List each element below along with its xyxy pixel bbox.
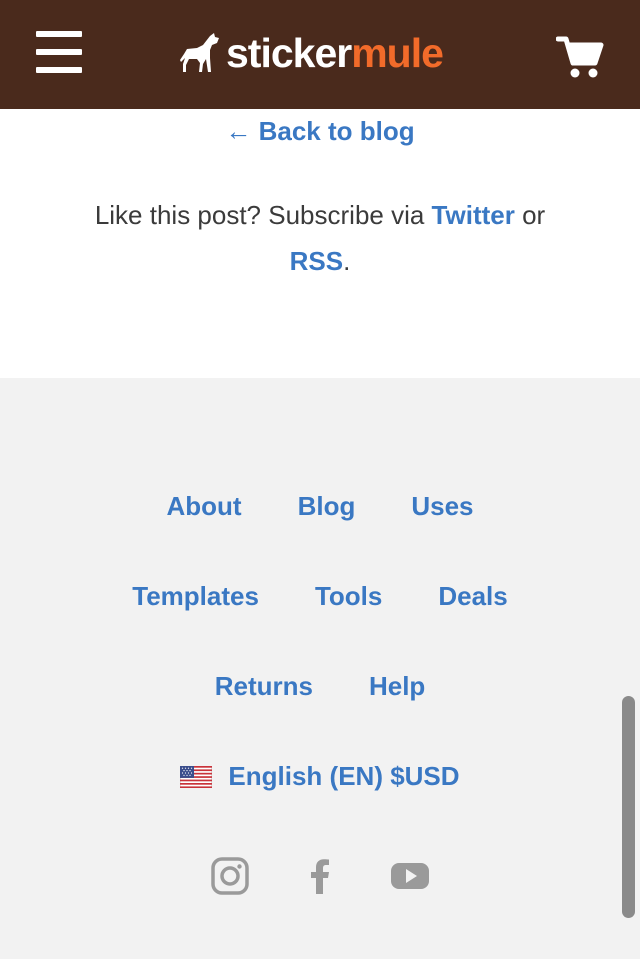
subscribe-suffix: .: [343, 246, 351, 276]
us-flag-icon: [180, 765, 213, 788]
footer-link-deals[interactable]: Deals: [438, 581, 507, 612]
hamburger-menu-icon[interactable]: [36, 31, 82, 73]
youtube-icon[interactable]: [390, 856, 430, 896]
footer-link-returns[interactable]: Returns: [215, 671, 313, 702]
footer-link-about[interactable]: About: [166, 491, 241, 522]
sticker-mule-logo[interactable]: stickermule: [180, 28, 444, 78]
subscribe-text: Like this post? Subscribe via Twitter or…: [60, 192, 580, 284]
logo-mule-text: mule: [351, 29, 444, 76]
locale-selector[interactable]: English (EN) $USD: [0, 761, 640, 792]
subscribe-mid: or: [514, 200, 546, 230]
logo-sticker-text: sticker: [226, 29, 352, 76]
footer-link-templates[interactable]: Templates: [132, 581, 259, 612]
scrollbar-thumb[interactable]: [622, 696, 635, 918]
subscribe-prefix: Like this post? Subscribe via: [94, 200, 432, 230]
twitter-link[interactable]: Twitter: [432, 200, 515, 230]
site-footer: About Blog Uses Templates Tools Deals Re…: [0, 378, 640, 959]
footer-links-row-2: Templates Tools Deals: [0, 581, 640, 612]
footer-link-uses[interactable]: Uses: [411, 491, 473, 522]
instagram-icon[interactable]: [210, 856, 250, 896]
facebook-icon[interactable]: [300, 856, 340, 896]
footer-link-tools[interactable]: Tools: [315, 581, 382, 612]
footer-link-blog[interactable]: Blog: [298, 491, 356, 522]
back-to-blog-link[interactable]: ← Back to blog: [0, 116, 640, 147]
footer-link-help[interactable]: Help: [369, 671, 425, 702]
footer-links-row-3: Returns Help: [0, 671, 640, 702]
rss-link[interactable]: RSS: [290, 246, 343, 276]
mule-logo-icon: [180, 33, 219, 72]
site-header: stickermule: [0, 0, 640, 109]
page: stickermule ← Back to blog Like this pos…: [0, 0, 640, 959]
locale-label: English (EN) $USD: [228, 761, 460, 791]
footer-links-row-1: About Blog Uses: [0, 491, 640, 522]
shopping-cart-icon[interactable]: [555, 36, 604, 80]
social-links: [0, 856, 640, 896]
